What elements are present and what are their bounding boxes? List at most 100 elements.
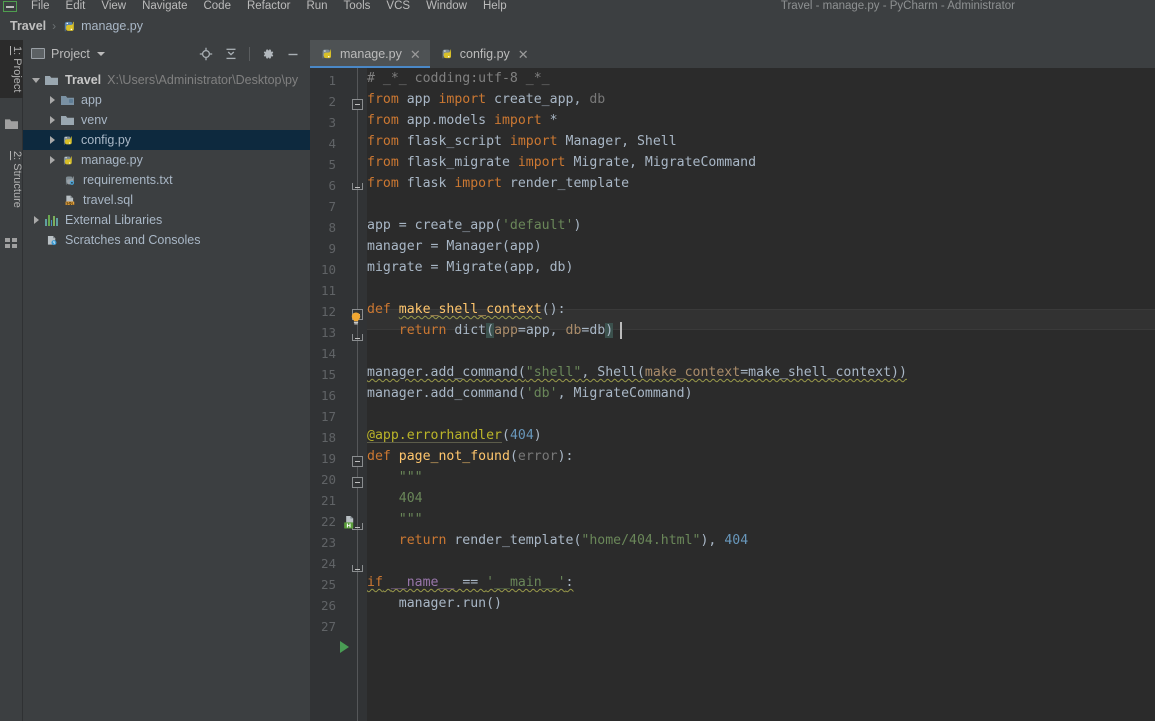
fold-handle-function-19[interactable] — [352, 456, 363, 467]
tree-row-requirements-txt[interactable]: requirements.txt — [23, 170, 310, 190]
toolbar-divider — [249, 46, 250, 61]
tree-row-app[interactable]: app — [23, 90, 310, 110]
code-line-3: from app.models import * — [367, 113, 558, 128]
tree-row-scratches-and-consoles[interactable]: Scratches and Consoles — [23, 230, 310, 250]
tree-row-venv[interactable]: venv — [23, 110, 310, 130]
project-tool-window: Project Travel X:\Users\Administrator\De… — [23, 40, 310, 721]
hide-icon[interactable] — [286, 47, 300, 61]
line-number: 17 — [320, 409, 336, 424]
tree-row-external-libraries[interactable]: External Libraries — [23, 210, 310, 230]
python-file-icon — [440, 47, 454, 61]
code-line-18: @app.errorhandler(404) — [367, 428, 542, 443]
collapse-all-icon[interactable] — [224, 47, 238, 61]
line-number: 22 — [320, 514, 336, 529]
chevron-right-icon[interactable] — [45, 150, 59, 170]
tab-manage-py[interactable]: manage.py ✕ — [310, 40, 430, 68]
tree-row-config-py[interactable]: config.py — [23, 130, 310, 150]
tree-item-label: Travel — [65, 73, 102, 87]
editor-area: manage.py ✕ config.py ✕ 1 2 3 4 5 6 7 8 … — [310, 40, 1155, 721]
chevron-right-icon[interactable] — [45, 90, 59, 110]
fold-handle-function-12-end[interactable] — [352, 334, 363, 341]
tree-row-travel-sql[interactable]: SQL travel.sql — [23, 190, 310, 210]
app-window-icon — [3, 1, 17, 12]
code-line-9: manager = Manager(app) — [367, 239, 542, 254]
chevron-right-icon[interactable] — [45, 130, 59, 150]
chevron-right-icon[interactable] — [29, 210, 43, 230]
sql-file-icon: SQL — [61, 192, 79, 208]
fold-handle-function-19-end[interactable] — [352, 565, 363, 572]
line-number: 19 — [320, 451, 336, 466]
code-line-5: from flask_migrate import Migrate, Migra… — [367, 155, 757, 170]
line-number: 14 — [320, 346, 336, 361]
window-title: Travel - manage.py - PyCharm - Administr… — [780, 0, 1015, 12]
close-icon[interactable]: ✕ — [410, 48, 421, 61]
menu-run[interactable]: Run — [298, 0, 335, 12]
code-editor[interactable]: 1 2 3 4 5 6 7 8 9 10 11 12 13 14 15 16 1… — [310, 68, 1155, 721]
python-file-icon — [59, 132, 77, 148]
svg-text:H: H — [346, 524, 351, 530]
close-icon[interactable]: ✕ — [518, 48, 529, 61]
intention-bulb-icon[interactable] — [348, 311, 364, 327]
tool-tab-label: Project — [11, 55, 23, 93]
python-file-icon — [320, 47, 334, 61]
fold-handle-docstring[interactable] — [352, 477, 363, 488]
code-line-23: return render_template("home/404.html"),… — [398, 533, 749, 548]
menu-tools[interactable]: Tools — [336, 0, 379, 12]
sidebar-tab-structure[interactable]: 2: Structure — [0, 145, 23, 214]
chevron-down-icon[interactable] — [29, 70, 43, 90]
chevron-down-icon[interactable] — [96, 51, 105, 56]
fold-handle-imports[interactable] — [352, 99, 363, 110]
tool-tab-number: 1: — [11, 46, 23, 56]
run-gutter-icon[interactable] — [340, 641, 349, 653]
svg-text:SQL: SQL — [66, 201, 74, 205]
flask-route-icon[interactable]: H — [342, 515, 359, 530]
chevron-right-icon[interactable] — [45, 110, 59, 130]
locate-icon[interactable] — [199, 47, 213, 61]
python-file-icon — [59, 152, 77, 168]
editor-gutter[interactable]: 1 2 3 4 5 6 7 8 9 10 11 12 13 14 15 16 1… — [310, 68, 367, 721]
line-number: 27 — [320, 619, 336, 634]
menu-edit[interactable]: Edit — [58, 0, 94, 12]
tree-item-label: External Libraries — [65, 213, 163, 227]
menu-navigate[interactable]: Navigate — [134, 0, 195, 12]
line-number: 15 — [320, 367, 336, 382]
code-line-26: manager.run() — [367, 596, 502, 611]
tool-tab-label: Structure — [11, 160, 23, 208]
fold-handle-imports-end[interactable] — [352, 183, 363, 190]
menu-help[interactable]: Help — [475, 0, 515, 12]
code-line-6: from flask import render_template — [367, 176, 630, 191]
menu-file[interactable]: File — [23, 0, 58, 12]
menu-refactor[interactable]: Refactor — [239, 0, 298, 12]
code-line-1: # _*_ codding:utf-8 _*_ — [367, 71, 550, 86]
module-folder-icon — [59, 92, 77, 108]
code-line-21: 404 — [367, 491, 423, 506]
tree-item-label: travel.sql — [83, 193, 134, 207]
line-number: 4 — [328, 136, 336, 151]
line-number: 5 — [328, 157, 336, 172]
breadcrumb-project[interactable]: Travel — [10, 19, 46, 33]
tool-window-strip: 1: Project 2: Structure — [0, 40, 23, 721]
menu-code[interactable]: Code — [195, 0, 239, 12]
code-line-19: def page_not_found(error): — [367, 449, 574, 464]
menu-vcs[interactable]: VCS — [378, 0, 418, 12]
tree-item-label: venv — [81, 113, 108, 127]
breadcrumb-file[interactable]: manage.py — [81, 19, 143, 33]
tab-config-py[interactable]: config.py ✕ — [430, 40, 538, 68]
tree-row-manage-py[interactable]: manage.py — [23, 150, 310, 170]
code-line-13: return dict(app=app, db=db) — [398, 323, 614, 338]
tab-label: manage.py — [340, 47, 402, 61]
line-number: 7 — [328, 199, 336, 214]
line-number: 16 — [320, 388, 336, 403]
tree-row-travel[interactable]: Travel X:\Users\Administrator\Desktop\py — [23, 70, 310, 90]
menu-window[interactable]: Window — [418, 0, 475, 12]
code-line-15: manager.add_command("shell", Shell(make_… — [367, 365, 907, 380]
menu-view[interactable]: View — [93, 0, 134, 12]
line-number: 11 — [320, 283, 336, 298]
sidebar-tab-project[interactable]: 1: Project — [0, 40, 23, 99]
breadcrumb-separator-icon: › — [52, 19, 57, 33]
settings-gear-icon[interactable] — [261, 47, 275, 61]
code-text[interactable]: # _*_ codding:utf-8 _*_ from app import … — [367, 68, 1155, 721]
fold-region-line — [357, 68, 358, 721]
code-line-10: migrate = Migrate(app, db) — [367, 260, 574, 275]
tree-item-label: manage.py — [81, 153, 143, 167]
